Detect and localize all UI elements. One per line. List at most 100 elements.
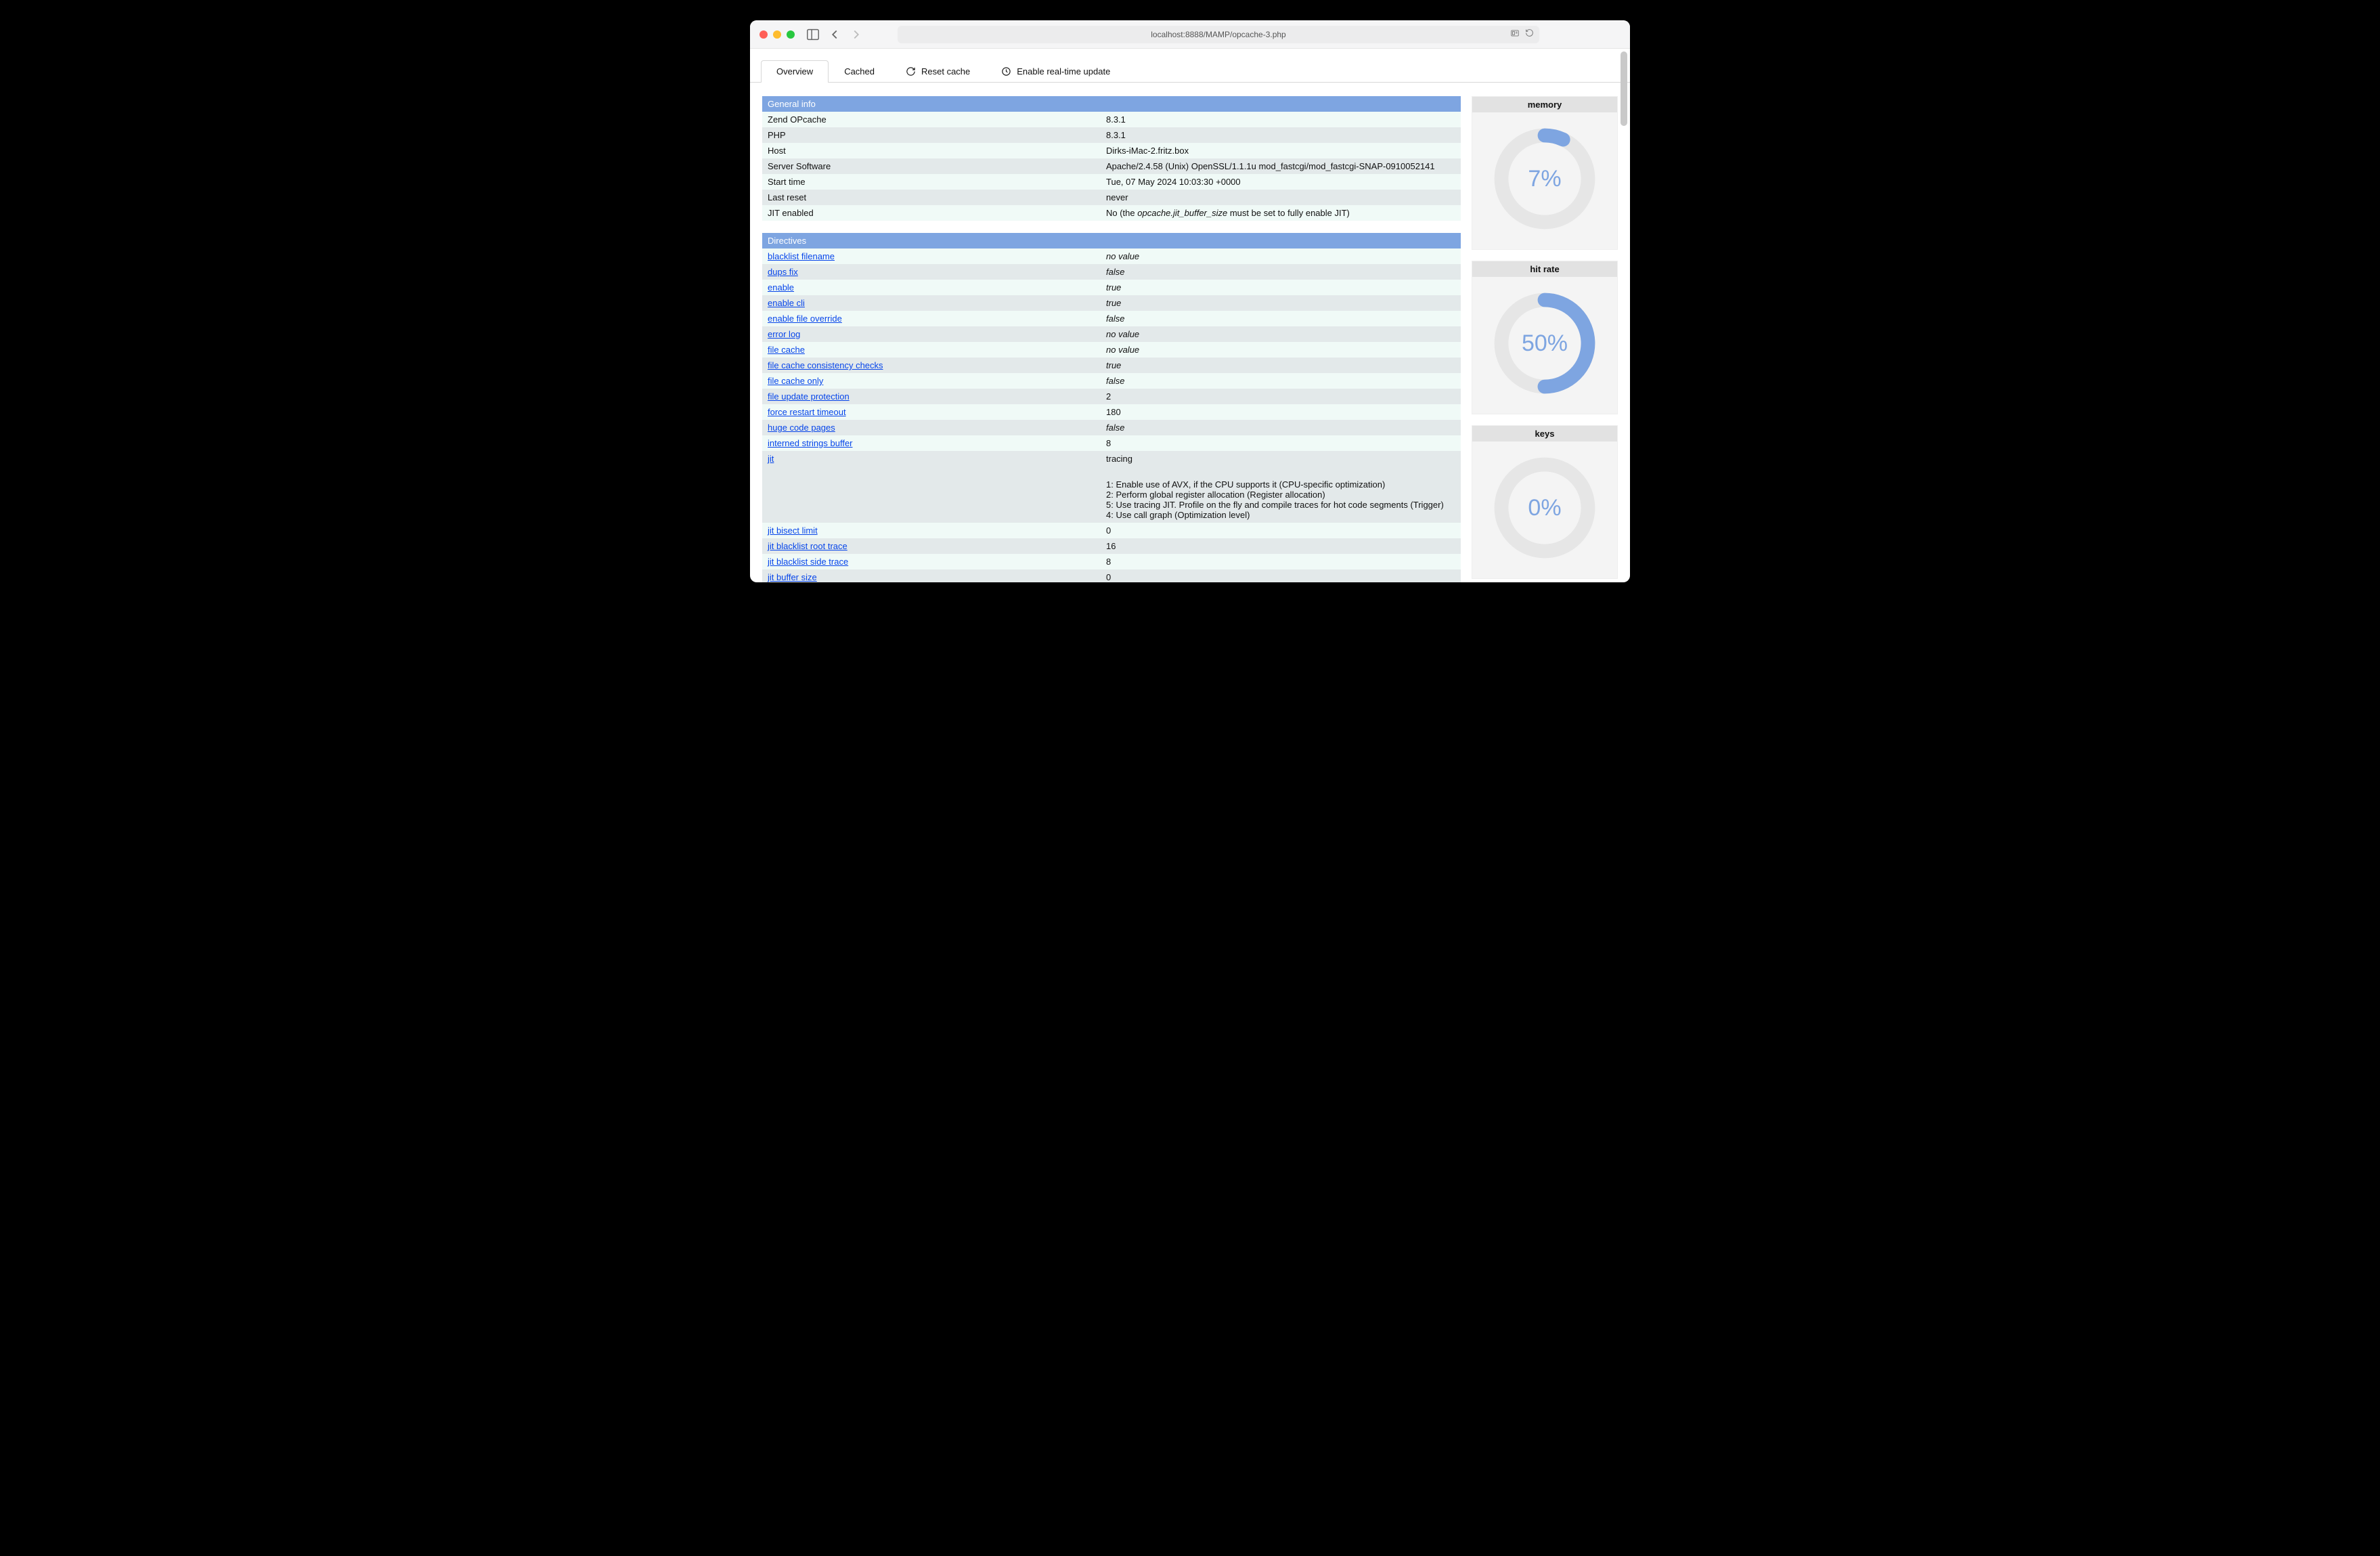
table-row: enable file overridefalse	[762, 311, 1461, 326]
directives-table: blacklist filenameno valuedups fixfalsee…	[762, 248, 1461, 582]
info-value: Apache/2.4.58 (Unix) OpenSSL/1.1.1u mod_…	[1101, 158, 1461, 174]
directive-link[interactable]: jit blacklist side trace	[768, 557, 848, 567]
directive-key: blacklist filename	[762, 248, 1101, 264]
tab-cached[interactable]: Cached	[829, 60, 890, 83]
info-key: Host	[762, 143, 1101, 158]
info-key: PHP	[762, 127, 1101, 143]
table-row: PHP8.3.1	[762, 127, 1461, 143]
directive-key: error log	[762, 326, 1101, 342]
left-column: General info Zend OPcache8.3.1PHP8.3.1Ho…	[762, 96, 1461, 582]
directive-link[interactable]: jit bisect limit	[768, 525, 818, 536]
directive-link[interactable]: huge code pages	[768, 423, 835, 433]
gauge-keys-title: keys	[1472, 426, 1617, 441]
gauge-hitrate-chart: 50%	[1491, 289, 1599, 397]
info-value: never	[1101, 190, 1461, 205]
directive-link[interactable]: force restart timeout	[768, 407, 846, 417]
tab-reset-cache[interactable]: Reset cache	[890, 60, 986, 83]
table-row: error logno value	[762, 326, 1461, 342]
table-row: huge code pages false	[762, 420, 1461, 435]
directive-key: force restart timeout	[762, 404, 1101, 420]
sidebar-toggle-icon[interactable]	[806, 27, 820, 42]
directive-key: jit	[762, 451, 1101, 523]
directive-link[interactable]: enable	[768, 282, 794, 293]
traffic-lights	[759, 30, 795, 39]
tab-reset-label: Reset cache	[921, 66, 970, 77]
directive-key: file update protection	[762, 389, 1101, 404]
close-window-button[interactable]	[759, 30, 768, 39]
table-row: file cache consistency checkstrue	[762, 358, 1461, 373]
table-row: dups fixfalse	[762, 264, 1461, 280]
directive-key: file cache consistency checks	[762, 358, 1101, 373]
directive-link[interactable]: enable cli	[768, 298, 805, 308]
gauge-hitrate-title: hit rate	[1472, 261, 1617, 277]
gauge-keys: keys 0%	[1472, 425, 1618, 579]
directive-value: true	[1101, 280, 1461, 295]
directive-link[interactable]: jit	[768, 454, 774, 464]
table-row: interned strings buffer8	[762, 435, 1461, 451]
reload-icon[interactable]	[1525, 28, 1534, 40]
tab-overview[interactable]: Overview	[761, 60, 829, 83]
tab-overview-label: Overview	[776, 66, 813, 77]
directive-link[interactable]: error log	[768, 329, 800, 339]
tab-bar: Overview Cached Reset cache Enable real-…	[750, 49, 1630, 83]
gauge-memory: memory 7%	[1472, 96, 1618, 250]
tab-realtime[interactable]: Enable real-time update	[986, 60, 1126, 83]
directive-value: false	[1101, 420, 1461, 435]
info-key: Last reset	[762, 190, 1101, 205]
directive-link[interactable]: file cache consistency checks	[768, 360, 883, 370]
directive-key: enable file override	[762, 311, 1101, 326]
right-column: memory 7% hit rate 50% keys	[1472, 96, 1618, 579]
maximize-window-button[interactable]	[787, 30, 795, 39]
table-row: blacklist filenameno value	[762, 248, 1461, 264]
directive-link[interactable]: file update protection	[768, 391, 850, 402]
clock-icon	[1001, 66, 1011, 77]
directive-link[interactable]: jit buffer size	[768, 572, 817, 582]
minimize-window-button[interactable]	[773, 30, 781, 39]
directives-header: Directives	[762, 233, 1461, 248]
scrollbar-track[interactable]	[1619, 50, 1629, 581]
directive-link[interactable]: interned strings buffer	[768, 438, 853, 448]
directive-key: enable	[762, 280, 1101, 295]
gauge-hitrate: hit rate 50%	[1472, 261, 1618, 414]
directive-link[interactable]: dups fix	[768, 267, 798, 277]
table-row: Start timeTue, 07 May 2024 10:03:30 +000…	[762, 174, 1461, 190]
table-row: file cacheno value	[762, 342, 1461, 358]
info-value: 8.3.1	[1101, 127, 1461, 143]
gauge-keys-chart: 0%	[1491, 454, 1599, 562]
table-row: jit bisect limit 0	[762, 523, 1461, 538]
table-row: force restart timeout 180	[762, 404, 1461, 420]
info-key: Zend OPcache	[762, 112, 1101, 127]
scrollbar-thumb[interactable]	[1621, 51, 1627, 126]
directive-link[interactable]: file cache	[768, 345, 805, 355]
info-value: 8.3.1	[1101, 112, 1461, 127]
directive-link[interactable]: blacklist filename	[768, 251, 835, 261]
directive-key: dups fix	[762, 264, 1101, 280]
directive-key: jit bisect limit	[762, 523, 1101, 538]
info-value: No (the opcache.jit_buffer_size must be …	[1101, 205, 1461, 221]
forward-button[interactable]	[849, 27, 864, 42]
directive-link[interactable]: enable file override	[768, 314, 842, 324]
info-value: Dirks-iMac-2.fritz.box	[1101, 143, 1461, 158]
refresh-icon	[906, 66, 916, 77]
directive-value: 16	[1101, 538, 1461, 554]
address-bar-url: localhost:8888/MAMP/opcache-3.php	[1151, 30, 1285, 39]
gauge-keys-label: 0%	[1491, 454, 1599, 562]
titlebar: localhost:8888/MAMP/opcache-3.php	[750, 20, 1630, 49]
main-area: General info Zend OPcache8.3.1PHP8.3.1Ho…	[750, 83, 1630, 582]
directive-value: 180	[1101, 404, 1461, 420]
directive-value: false	[1101, 373, 1461, 389]
address-bar[interactable]: localhost:8888/MAMP/opcache-3.php	[898, 26, 1539, 43]
directive-value: 0	[1101, 523, 1461, 538]
browser-window: localhost:8888/MAMP/opcache-3.php Overvi…	[750, 20, 1630, 582]
back-button[interactable]	[827, 27, 842, 42]
directive-key: jit blacklist root trace	[762, 538, 1101, 554]
info-value: Tue, 07 May 2024 10:03:30 +0000	[1101, 174, 1461, 190]
directives-section: Directives blacklist filenameno valuedup…	[762, 233, 1461, 582]
directive-value: 2	[1101, 389, 1461, 404]
directive-link[interactable]: jit blacklist root trace	[768, 541, 847, 551]
directive-link[interactable]: file cache only	[768, 376, 823, 386]
table-row: Zend OPcache8.3.1	[762, 112, 1461, 127]
reader-icon[interactable]	[1510, 28, 1520, 40]
general-info-section: General info Zend OPcache8.3.1PHP8.3.1Ho…	[762, 96, 1461, 221]
table-row: file cache only false	[762, 373, 1461, 389]
